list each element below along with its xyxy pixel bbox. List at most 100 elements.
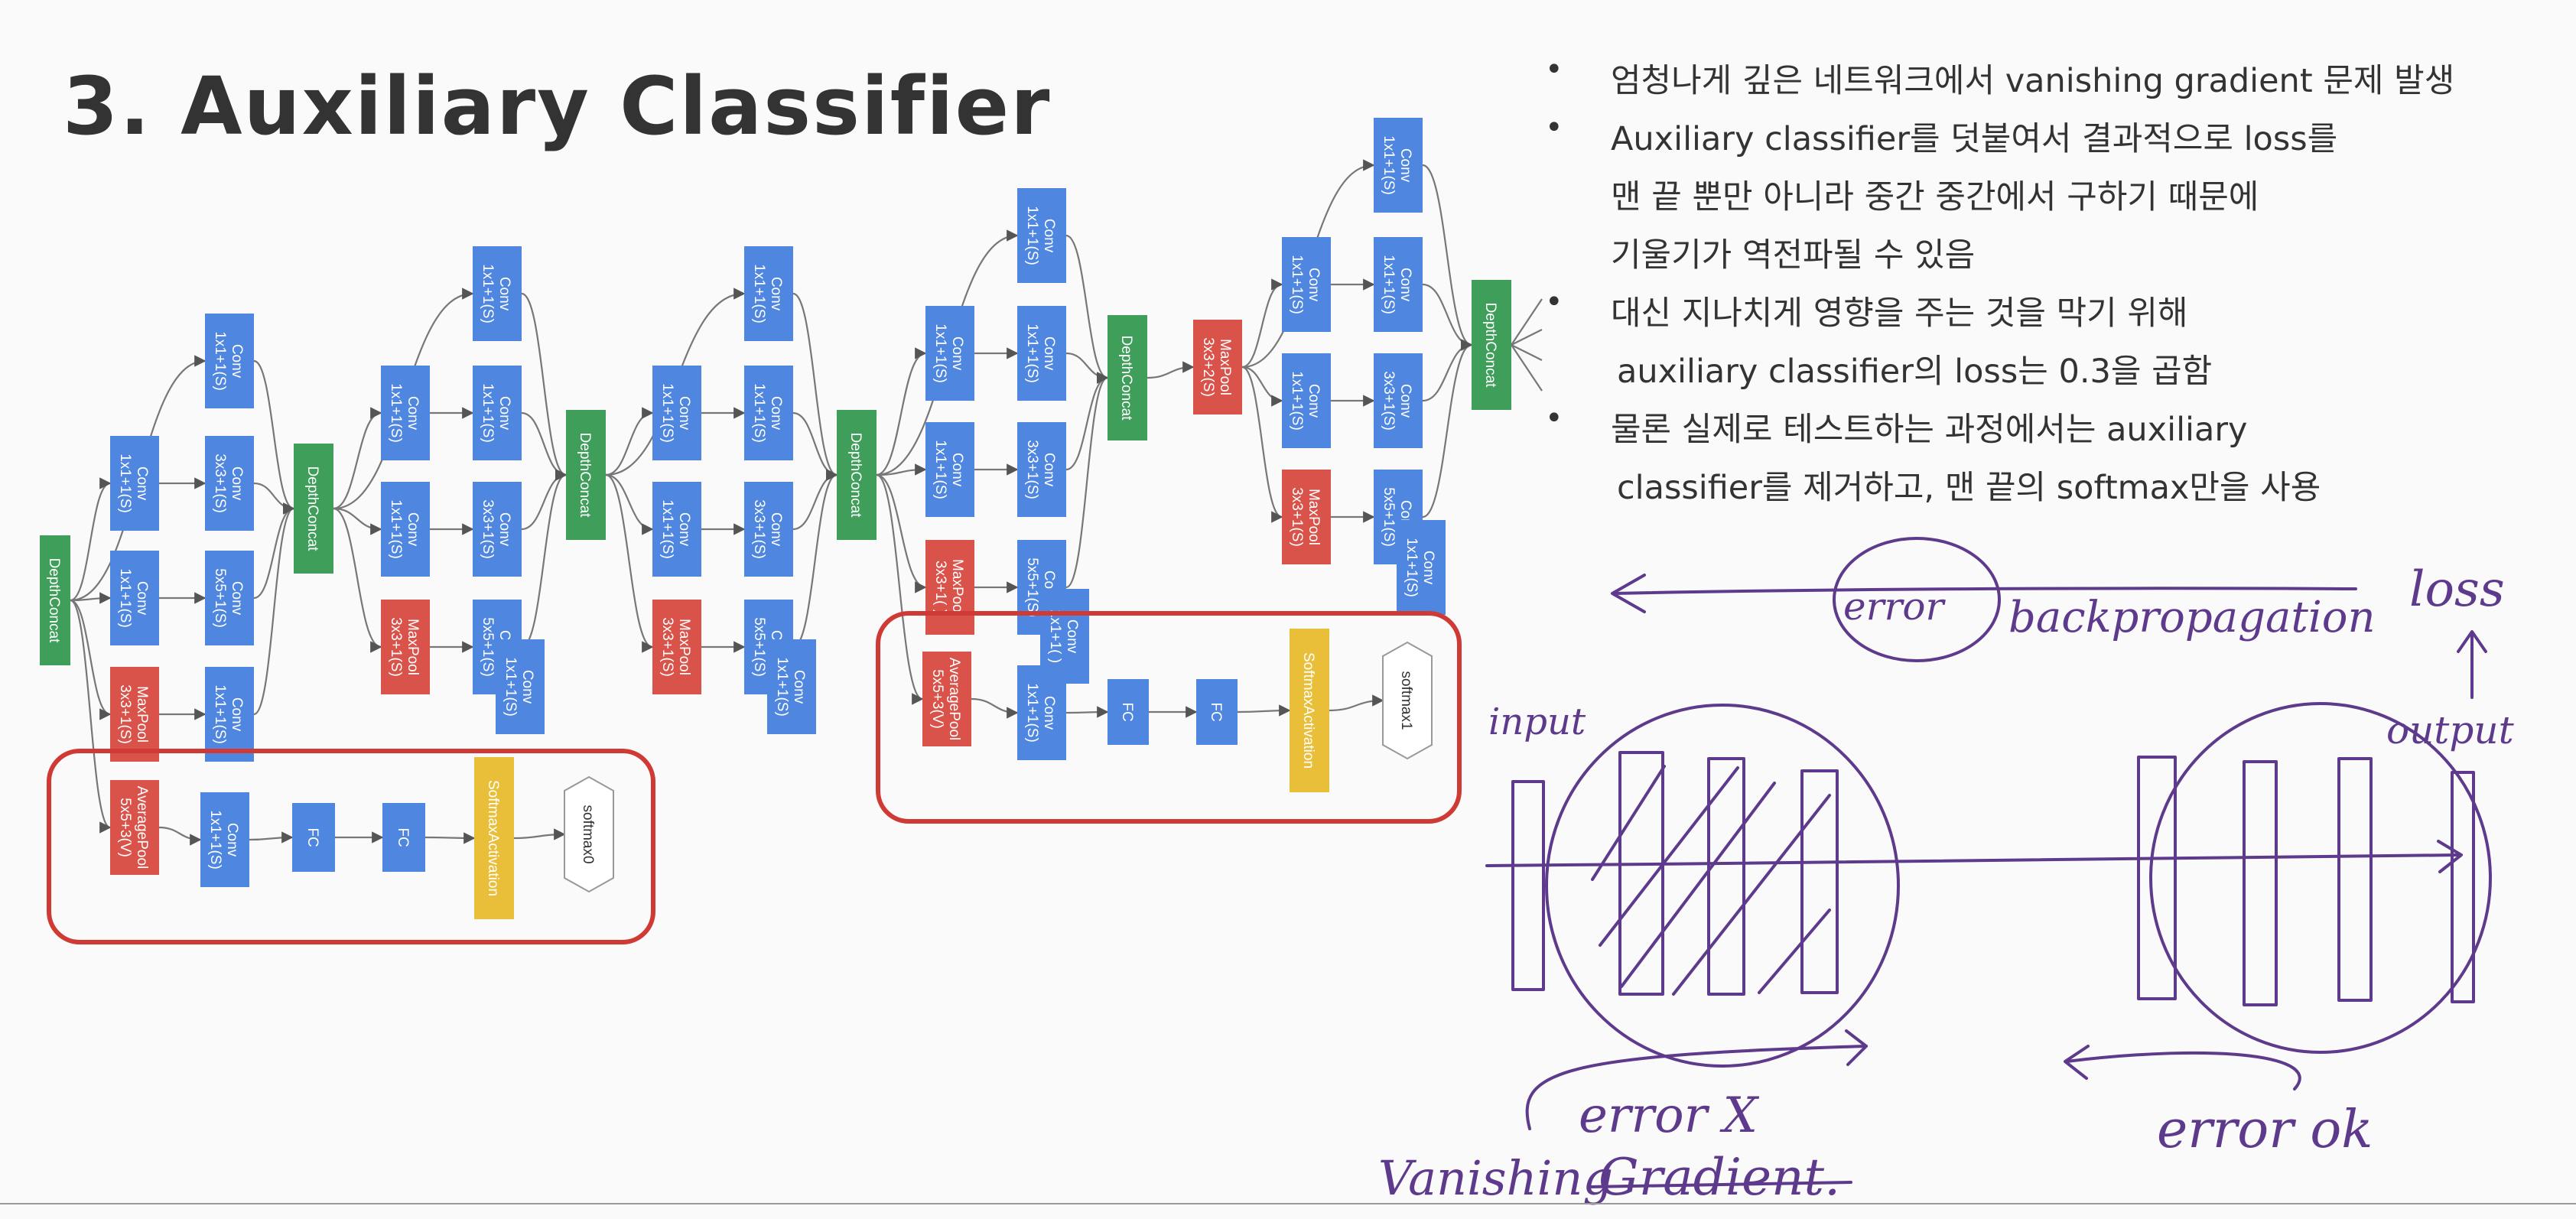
node-conv-x1f2: FC bbox=[1196, 679, 1238, 745]
edge-x0s-x0o bbox=[513, 828, 566, 840]
node-pool-c4: MaxPool3x3+1(S) bbox=[652, 600, 701, 694]
node-label-line: Conv bbox=[768, 277, 784, 311]
node-label-line: 1x1+1(S) bbox=[212, 684, 228, 744]
node-conv-b5: Conv1x1+1(S) bbox=[473, 366, 522, 460]
node-label-line: FC bbox=[1208, 702, 1224, 721]
right-layer-bar-3 bbox=[2337, 757, 2373, 1002]
node-conv-d3: Conv1x1+1(S) bbox=[925, 422, 974, 517]
node-label-line: 1x1+1(S) bbox=[480, 264, 496, 323]
node-label-line: Conv bbox=[1041, 696, 1057, 730]
node-label-line: 1x1+1(S) bbox=[1381, 255, 1397, 314]
edge-a7-dc1 bbox=[253, 502, 295, 716]
edge-e1-dc5 bbox=[1422, 164, 1473, 351]
node-label-line: DepthConcat bbox=[1118, 336, 1134, 421]
node-label-line: 1x1+1(S) bbox=[1024, 683, 1040, 743]
node-label-line: Conv bbox=[1397, 384, 1413, 418]
node-label-line: 1x1+1(S) bbox=[1289, 371, 1305, 431]
node-conv-a3: Conv1x1+1(S) bbox=[110, 551, 159, 645]
node-label-line: Conv bbox=[134, 581, 150, 616]
node-label-line: Conv bbox=[1420, 551, 1436, 585]
node-label-line: Conv bbox=[405, 512, 421, 547]
hw-error-ok: error ok bbox=[2157, 1100, 2373, 1160]
node-label-line: MaxPool bbox=[949, 559, 965, 616]
right-circle bbox=[2149, 702, 2492, 1054]
edge-x1c-x1f1 bbox=[1065, 706, 1109, 718]
node-conv-d2: Conv1x1+1(S) bbox=[925, 306, 974, 401]
node-conv-x1f1: FC bbox=[1107, 679, 1149, 745]
node-conv-b1: Conv1x1+1(S) bbox=[473, 246, 522, 341]
edge-b1-dc2 bbox=[521, 292, 568, 481]
node-label-line: Conv bbox=[496, 396, 512, 431]
node-label-line: 3x3+1(S) bbox=[751, 499, 767, 559]
node-label-line: Conv bbox=[519, 670, 535, 704]
edge-x1p-x1c bbox=[971, 697, 1019, 719]
node-label-line: 3x3+1(S) bbox=[117, 684, 133, 744]
node-pool-d4: MaxPool3x3+1( ) bbox=[925, 540, 974, 635]
node-label-line: 3x3+1(S) bbox=[659, 617, 675, 677]
node-label: DepthConcat bbox=[577, 433, 593, 518]
node-conv-x0f2: FC bbox=[382, 803, 425, 872]
node-label-line: Conv bbox=[1306, 268, 1322, 302]
edge-d1-dc4 bbox=[1065, 234, 1109, 384]
edge-dc2-c2 bbox=[605, 407, 654, 476]
node-softmax_act-x1s: SoftmaxActivation bbox=[1290, 629, 1329, 792]
node-label-line: Conv bbox=[1041, 336, 1057, 371]
edge-dc0-x0p bbox=[70, 599, 112, 834]
node-conv-a2: Conv1x1+1(S) bbox=[110, 436, 159, 531]
hw-backpropagation: backpropagation bbox=[2008, 593, 2376, 642]
node-pool-x1p: AveragePool5x5+3(V) bbox=[922, 652, 971, 746]
node-label-line: Conv bbox=[1064, 619, 1080, 654]
node-label-line: FC bbox=[395, 827, 411, 847]
node-label-line: 1x1+1(S) bbox=[480, 383, 496, 443]
diagram-nodes: DepthConcatConv1x1+1(S)Conv1x1+1(S)Conv1… bbox=[40, 118, 1511, 919]
node-label-line: DepthConcat bbox=[1482, 303, 1498, 388]
node-pool-mp: MaxPool3x3+2(S) bbox=[1193, 320, 1242, 414]
node-label-line: AveragePool bbox=[946, 658, 962, 740]
edge-x0p-x0c bbox=[158, 826, 202, 846]
sketch-axis bbox=[1485, 853, 2460, 867]
hw-output: output bbox=[2386, 708, 2515, 753]
node-conv-e8: Conv1x1+1(S) bbox=[1397, 520, 1446, 615]
node-label-line: 1x1+1(S) bbox=[117, 453, 133, 513]
node-label: MaxPool3x3+1(S) bbox=[659, 617, 692, 677]
node-label: SoftmaxActivation bbox=[1300, 652, 1316, 769]
node-label-line: MaxPool bbox=[1306, 489, 1322, 545]
node-label-line: SoftmaxActivation bbox=[485, 780, 501, 896]
edge-c1-dc3 bbox=[792, 292, 838, 481]
node-concat-dc2: DepthConcat bbox=[566, 410, 606, 540]
node-label-line: 5x5+1(S) bbox=[212, 568, 228, 628]
node-label: FC bbox=[304, 827, 320, 847]
node-label-line: MaxPool bbox=[1217, 339, 1233, 395]
node-label-line: SoftmaxActivation bbox=[1300, 652, 1316, 769]
node-label-line: 5x5+1(S) bbox=[1381, 487, 1397, 547]
node-label-line: DepthConcat bbox=[304, 466, 320, 552]
edge-dc4-mp bbox=[1147, 361, 1195, 379]
node-label: FC bbox=[395, 827, 411, 847]
edge-e7-dc5 bbox=[1422, 339, 1473, 518]
node-conv-e2: Conv1x1+1(S) bbox=[1282, 237, 1331, 332]
bullet-dot: • bbox=[1545, 52, 1563, 87]
bullet-line: 기울기가 역전파될 수 있음 bbox=[1611, 236, 1976, 275]
bullet-list: • 엄청나게 깊은 네트워크에서 vanishing gradient 문제 발생… bbox=[1542, 52, 2567, 517]
node-label-line: 1x1+1(S) bbox=[207, 810, 223, 870]
hw-error-x: error X bbox=[1579, 1087, 1760, 1144]
node-label-line: Conv bbox=[791, 670, 807, 704]
hw-gradient: Gradient. bbox=[1599, 1148, 1840, 1207]
node-label: MaxPool3x3+1(S) bbox=[117, 684, 150, 744]
node-label-line: 1x1+1(S) bbox=[659, 383, 675, 443]
node-label-line: 1x1+1(S) bbox=[932, 323, 948, 383]
bullet-dot: • bbox=[1545, 284, 1563, 320]
node-label-line: AveragePool bbox=[134, 786, 150, 869]
hw-loss: loss bbox=[2409, 561, 2505, 618]
bullet-line: 엄청나게 깊은 네트워크에서 vanishing gradient 문제 발생 bbox=[1611, 62, 2455, 100]
node-label-line: 3x3+1(S) bbox=[480, 499, 496, 559]
hw-vanishing: Vanishing bbox=[1378, 1150, 1613, 1206]
node-label-line: DepthConcat bbox=[847, 433, 864, 518]
node-conv-x0f1: FC bbox=[292, 803, 335, 872]
node-concat-dc0: DepthConcat bbox=[40, 535, 70, 665]
node-label-line: DepthConcat bbox=[577, 433, 593, 518]
node-label-line: FC bbox=[1119, 702, 1135, 721]
node-conv-d5: Conv1x1+1(S) bbox=[1017, 306, 1066, 401]
node-label-line: Conv bbox=[768, 396, 784, 431]
bullet-item: • 엄청나게 깊은 네트워크에서 vanishing gradient 문제 발생 bbox=[1542, 52, 2567, 110]
